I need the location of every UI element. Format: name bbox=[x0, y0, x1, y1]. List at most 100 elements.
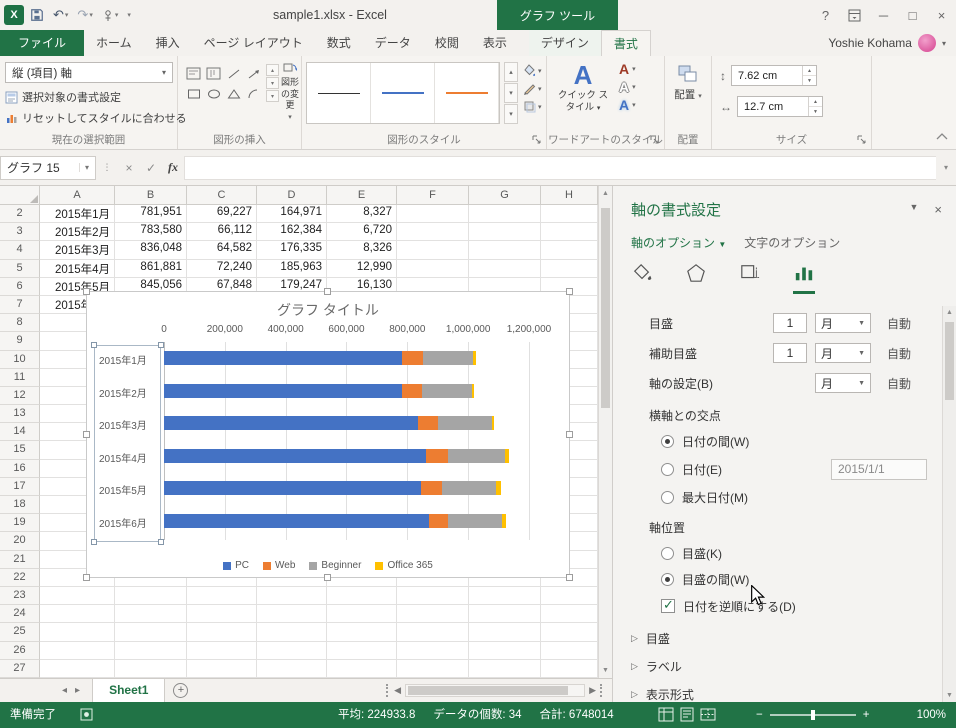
shape-style-option[interactable] bbox=[435, 63, 499, 123]
cell[interactable]: 64,582 bbox=[187, 241, 257, 260]
stacked-bar[interactable] bbox=[164, 351, 476, 366]
bar-segment-Office 365[interactable] bbox=[496, 481, 502, 496]
cell[interactable] bbox=[327, 623, 397, 642]
row-header-16[interactable]: 16 bbox=[0, 459, 40, 478]
row-header-18[interactable]: 18 bbox=[0, 496, 40, 515]
row-header-7[interactable]: 7 bbox=[0, 295, 40, 315]
on-tick-marks-option[interactable]: 目盛(K) bbox=[649, 540, 936, 566]
cell[interactable] bbox=[469, 659, 541, 678]
cell[interactable] bbox=[541, 259, 598, 278]
cell[interactable] bbox=[40, 641, 115, 660]
row-header-20[interactable]: 20 bbox=[0, 532, 40, 551]
row-header-25[interactable]: 25 bbox=[0, 623, 40, 642]
cell[interactable] bbox=[257, 586, 327, 606]
arrange-button[interactable]: 配置 ▾ bbox=[665, 64, 711, 102]
quick-styles-button[interactable]: A クイック スタイル ▾ bbox=[555, 60, 611, 115]
scrollbar-thumb[interactable] bbox=[601, 208, 610, 408]
minimize-button[interactable]: ─ bbox=[869, 0, 898, 30]
cell[interactable] bbox=[541, 641, 598, 660]
maximize-button[interactable]: □ bbox=[898, 0, 927, 30]
column-header-H[interactable]: H bbox=[541, 186, 598, 205]
bar-segment-PC[interactable] bbox=[164, 448, 427, 463]
chart-handle[interactable] bbox=[324, 288, 331, 295]
row-header-10[interactable]: 10 bbox=[0, 350, 40, 369]
drag-handle-icon[interactable]: ⋮ bbox=[96, 162, 118, 173]
radio-selected-icon[interactable] bbox=[661, 572, 674, 586]
chart-handle[interactable] bbox=[83, 288, 90, 295]
cell[interactable]: 2015年3月 bbox=[40, 241, 115, 260]
status-average[interactable]: 平均: 224933.8 bbox=[338, 702, 415, 728]
row-header-13[interactable]: 13 bbox=[0, 405, 40, 424]
row-header-12[interactable]: 12 bbox=[0, 386, 40, 406]
account-area[interactable]: Yoshie Kohama ▾ bbox=[828, 30, 956, 56]
cell[interactable] bbox=[469, 623, 541, 642]
bar-segment-PC[interactable] bbox=[164, 481, 422, 496]
touch-mode-button[interactable]: ▾ bbox=[99, 7, 122, 24]
row-header-24[interactable]: 24 bbox=[0, 605, 40, 624]
tab-表示[interactable]: 表示 bbox=[471, 30, 519, 56]
column-header-C[interactable]: C bbox=[187, 186, 257, 205]
bar-segment-PC[interactable] bbox=[164, 416, 419, 431]
minor-unit-value-input[interactable]: 1 bbox=[773, 343, 807, 363]
section-表示形式[interactable]: ▷ 表示形式 bbox=[631, 680, 936, 702]
tab-データ[interactable]: データ bbox=[363, 30, 423, 56]
page-break-view-icon[interactable] bbox=[700, 707, 716, 722]
row-header-5[interactable]: 5 bbox=[0, 259, 40, 278]
line-shape-icon[interactable] bbox=[224, 64, 243, 83]
row-header-22[interactable]: 22 bbox=[0, 568, 40, 587]
page-layout-view-icon[interactable] bbox=[679, 707, 695, 722]
scroll-up-icon[interactable]: ▴ bbox=[504, 62, 518, 82]
cell[interactable] bbox=[397, 586, 469, 606]
bar-segment-Web[interactable] bbox=[401, 351, 423, 366]
insert-function-button[interactable]: fx bbox=[162, 160, 184, 175]
column-header-D[interactable]: D bbox=[257, 186, 327, 205]
cell[interactable] bbox=[115, 641, 187, 660]
height-stepper[interactable]: ▲ ▼ bbox=[802, 66, 816, 85]
cell[interactable] bbox=[327, 586, 397, 606]
row-header-27[interactable]: 27 bbox=[0, 659, 40, 678]
cell[interactable]: 2015年2月 bbox=[40, 223, 115, 242]
row-header-3[interactable]: 3 bbox=[0, 223, 40, 242]
bar-segment-Office 365[interactable] bbox=[473, 351, 476, 366]
bar-segment-Office 365[interactable] bbox=[491, 416, 495, 431]
major-unit-value-input[interactable]: 1 bbox=[773, 313, 807, 333]
base-unit-dropdown[interactable]: 月 ▼ bbox=[815, 373, 871, 393]
cell[interactable] bbox=[327, 659, 397, 678]
save-icon[interactable] bbox=[27, 6, 47, 24]
cell[interactable] bbox=[469, 641, 541, 660]
bar-segment-Web[interactable] bbox=[426, 448, 449, 463]
scroll-down-icon[interactable]: ▼ bbox=[943, 692, 956, 699]
bar-segment-Beginner[interactable] bbox=[448, 513, 502, 528]
scroll-up-icon[interactable]: ▴ bbox=[266, 64, 279, 76]
chart-handle[interactable] bbox=[566, 574, 573, 581]
stacked-bar[interactable] bbox=[164, 416, 495, 431]
arrow-shape-icon[interactable] bbox=[244, 64, 263, 83]
zoom-slider-thumb[interactable] bbox=[810, 710, 815, 720]
tab-書式[interactable]: 書式 bbox=[600, 30, 651, 56]
bar-segment-Beginner[interactable] bbox=[422, 383, 472, 398]
help-button[interactable]: ? bbox=[811, 0, 840, 30]
legend-item-Office 365[interactable]: Office 365 bbox=[375, 560, 433, 571]
cell[interactable] bbox=[327, 641, 397, 660]
formula-input[interactable] bbox=[184, 155, 936, 180]
tab-挿入[interactable]: 挿入 bbox=[144, 30, 192, 56]
bar-segment-PC[interactable] bbox=[164, 383, 403, 398]
column-header-G[interactable]: G bbox=[469, 186, 541, 205]
tab-数式[interactable]: 数式 bbox=[315, 30, 363, 56]
chart-handle[interactable] bbox=[324, 574, 331, 581]
zoom-percent[interactable]: 100% bbox=[917, 702, 946, 728]
undo-button[interactable]: ↶ ▾ bbox=[50, 5, 71, 25]
row-header-8[interactable]: 8 bbox=[0, 314, 40, 333]
legend-item-Beginner[interactable]: Beginner bbox=[309, 560, 361, 571]
section-目盛[interactable]: ▷ 目盛 bbox=[631, 624, 936, 652]
cell[interactable] bbox=[397, 241, 469, 260]
bar-segment-Office 365[interactable] bbox=[471, 383, 474, 398]
cell[interactable] bbox=[257, 623, 327, 642]
cell[interactable] bbox=[469, 205, 541, 224]
bar-segment-Web[interactable] bbox=[418, 416, 438, 431]
customize-qat-button[interactable]: ▾ bbox=[124, 9, 134, 21]
chart-legend[interactable]: PC Web Beginner Office 365 bbox=[87, 560, 569, 571]
cell[interactable] bbox=[397, 605, 469, 624]
rectangle-shape-icon[interactable] bbox=[184, 84, 203, 103]
bar-segment-Web[interactable] bbox=[421, 481, 442, 496]
